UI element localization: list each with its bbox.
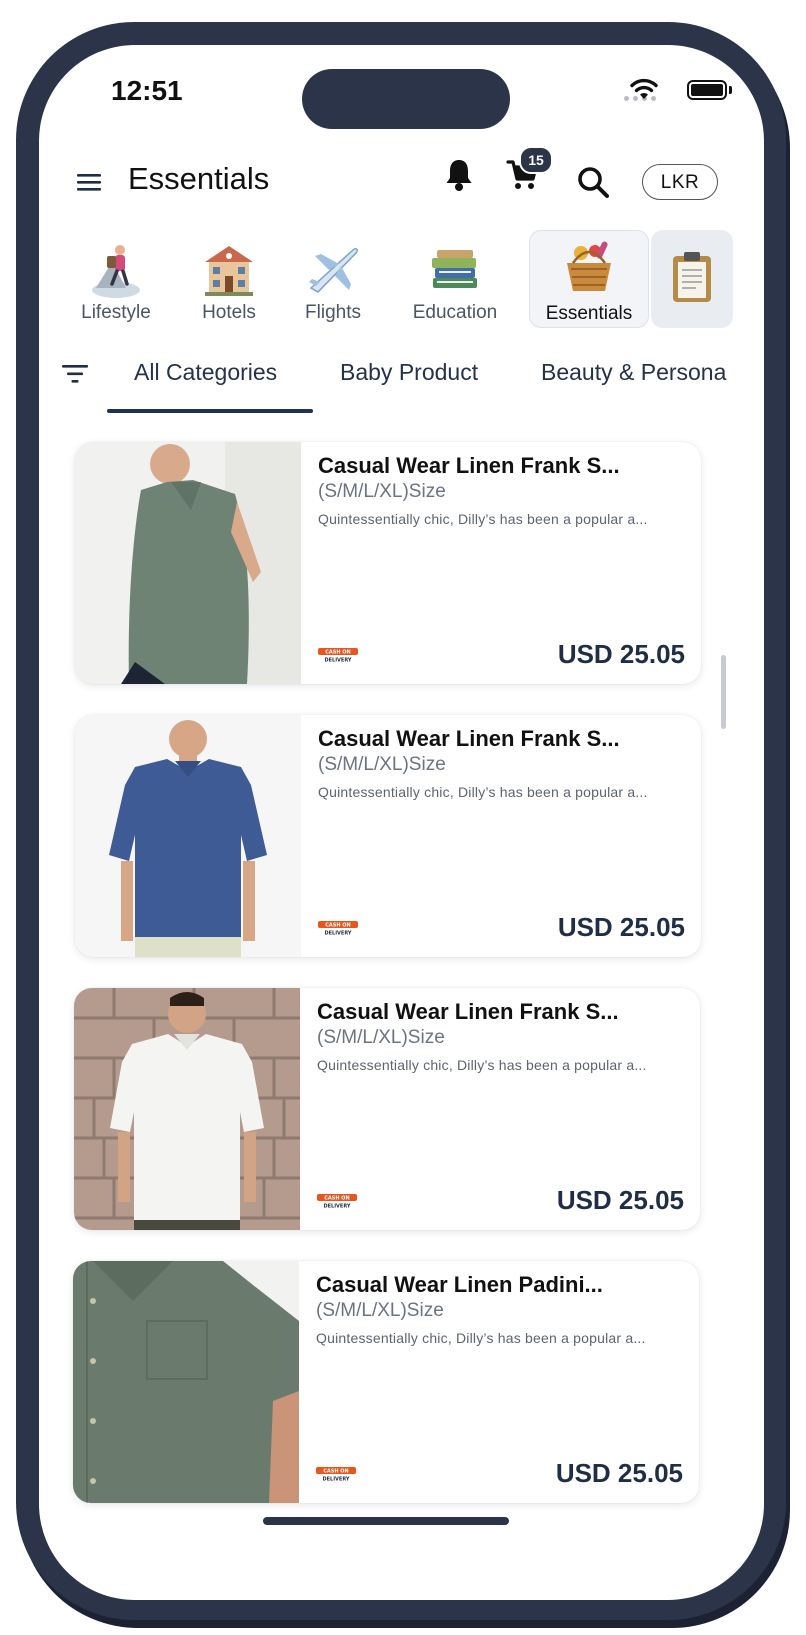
hamburger-menu-icon[interactable] xyxy=(75,168,105,198)
product-card[interactable]: Casual Wear Linen Frank S... (S/M/L/XL)S… xyxy=(74,988,700,1230)
product-description: Quintessentially chic, Dilly’s has been … xyxy=(318,511,648,527)
product-description: Quintessentially chic, Dilly’s has been … xyxy=(318,784,648,800)
product-price: USD 25.05 xyxy=(555,1458,683,1488)
category-lifestyle[interactable]: Lifestyle xyxy=(71,230,161,328)
basket-icon xyxy=(567,241,611,291)
status-bar: 12:51 xyxy=(39,45,764,155)
svg-text:DELIVERY: DELIVERY xyxy=(322,1477,349,1483)
product-price: USD 25.05 xyxy=(557,912,685,942)
svg-text:CASH ON: CASH ON xyxy=(325,650,351,656)
svg-text:CASH ON: CASH ON xyxy=(325,923,351,929)
airplane-icon xyxy=(309,248,358,293)
product-title: Casual Wear Linen Frank S... xyxy=(317,999,619,1024)
app-screen: 12:51 Essentials 15 LKR Lifestyle Hotels… xyxy=(39,45,764,1600)
category-bar: Lifestyle Hotels Flights Education Essen… xyxy=(39,230,764,340)
category-more[interactable] xyxy=(651,230,733,328)
cash-on-delivery-badge: CASH ON DELIVERY xyxy=(317,1194,357,1210)
tab-beauty-personal[interactable]: Beauty & Persona xyxy=(541,359,726,386)
cash-on-delivery-badge: CASH ON DELIVERY xyxy=(318,921,358,937)
cash-on-delivery-badge: CASH ON DELIVERY xyxy=(318,648,358,664)
clipboard-icon xyxy=(673,252,711,302)
category-label: Flights xyxy=(305,302,361,323)
cash-on-delivery-badge: CASH ON DELIVERY xyxy=(316,1467,356,1483)
svg-text:DELIVERY: DELIVERY xyxy=(323,1204,350,1210)
category-flights[interactable]: Flights xyxy=(295,230,371,328)
scrollbar[interactable] xyxy=(721,655,726,729)
product-price: USD 25.05 xyxy=(557,639,685,669)
cart-count-badge: 15 xyxy=(519,146,553,174)
home-indicator[interactable] xyxy=(263,1517,509,1525)
battery-icon xyxy=(687,80,727,100)
product-card[interactable]: Casual Wear Linen Frank S... (S/M/L/XL)S… xyxy=(75,442,701,684)
tab-baby-product[interactable]: Baby Product xyxy=(340,359,478,386)
product-price: USD 25.05 xyxy=(556,1185,684,1215)
category-label: Lifestyle xyxy=(81,302,151,323)
app-header: Essentials 15 LKR xyxy=(39,146,764,225)
tab-all-categories[interactable]: All Categories xyxy=(134,359,277,386)
hiker-icon xyxy=(92,245,140,298)
category-label: Education xyxy=(412,302,498,323)
currency-selector-button[interactable]: LKR xyxy=(642,164,718,200)
product-description: Quintessentially chic, Dilly’s has been … xyxy=(316,1330,646,1346)
dynamic-island xyxy=(302,69,510,129)
battery-cap xyxy=(729,86,732,94)
svg-text:CASH ON: CASH ON xyxy=(324,1196,350,1202)
product-size: (S/M/L/XL)Size xyxy=(318,481,446,502)
notification-bell-icon[interactable] xyxy=(443,157,475,193)
product-image xyxy=(75,442,301,684)
page-title: Essentials xyxy=(128,161,270,196)
svg-text:DELIVERY: DELIVERY xyxy=(324,658,351,664)
product-size: (S/M/L/XL)Size xyxy=(316,1300,444,1321)
product-card[interactable]: Casual Wear Linen Padini... (S/M/L/XL)Si… xyxy=(73,1261,699,1503)
category-education[interactable]: Education xyxy=(405,230,505,328)
product-size: (S/M/L/XL)Size xyxy=(318,754,446,775)
svg-text:CASH ON: CASH ON xyxy=(323,1469,349,1475)
product-size: (S/M/L/XL)Size xyxy=(317,1027,445,1048)
wifi-icon xyxy=(630,78,658,99)
hotel-icon xyxy=(205,246,253,296)
product-image xyxy=(74,988,300,1230)
product-card[interactable]: Casual Wear Linen Frank S... (S/M/L/XL)S… xyxy=(75,715,701,957)
product-title: Casual Wear Linen Frank S... xyxy=(318,726,620,751)
product-title: Casual Wear Linen Padini... xyxy=(316,1272,603,1297)
category-hotels[interactable]: Hotels xyxy=(189,230,269,328)
product-title: Casual Wear Linen Frank S... xyxy=(318,453,620,478)
product-image xyxy=(73,1261,299,1503)
status-time: 12:51 xyxy=(111,75,183,106)
product-image xyxy=(75,715,301,957)
category-tabs: All Categories Baby Product Beauty & Per… xyxy=(39,345,764,415)
category-essentials[interactable]: Essentials xyxy=(529,230,649,328)
search-icon[interactable] xyxy=(576,165,612,201)
category-label: Essentials xyxy=(545,303,633,324)
active-tab-indicator xyxy=(107,409,313,413)
books-icon xyxy=(432,250,477,288)
svg-text:DELIVERY: DELIVERY xyxy=(324,931,351,937)
category-label: Hotels xyxy=(202,302,256,323)
product-description: Quintessentially chic, Dilly’s has been … xyxy=(317,1057,647,1073)
